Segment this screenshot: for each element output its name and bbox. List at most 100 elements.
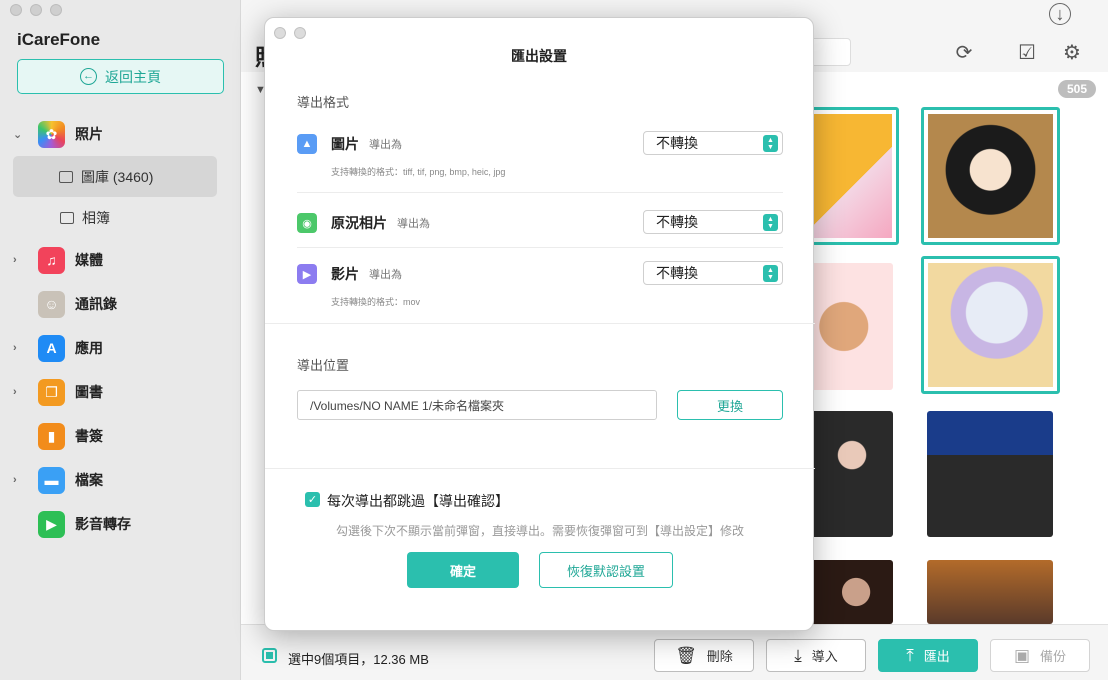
reset-defaults-button[interactable]: 恢復默認設置 xyxy=(539,552,673,588)
photo-image xyxy=(927,560,1053,624)
image-icon xyxy=(59,170,73,183)
download-icon[interactable]: ↓ xyxy=(1049,3,1071,25)
music-icon: ♫ xyxy=(38,246,65,274)
backup-label: 備份 xyxy=(1040,649,1067,664)
photo-thumbnail[interactable] xyxy=(811,411,893,537)
chevron-right-icon[interactable]: › xyxy=(13,386,17,398)
sidebar-item-label: 媒體 xyxy=(75,252,103,268)
sidebar-item-label: 通訊錄 xyxy=(75,296,117,312)
photo-format-select[interactable]: 不轉換 ▲ ▼ xyxy=(643,131,783,155)
export-label: 匯出 xyxy=(923,649,950,664)
sidebar-item-contacts[interactable]: ☺ 通訊錄 xyxy=(0,282,241,326)
delete-button[interactable]: 🗑 刪除 xyxy=(654,639,754,672)
support-formats: 支持轉換的格式：tiff, tif, png, bmp, heic, jpg xyxy=(331,167,506,177)
album-icon xyxy=(60,211,74,224)
photo-image xyxy=(927,411,1053,537)
photo-image xyxy=(811,263,893,390)
bottom-toolbar: 選中9個項目，12.36 MB 🗑 刪除 ⤓ 導入 ⤒ 匯出 ▣ 備份 xyxy=(241,624,1108,680)
export-button[interactable]: ⤒ 匯出 xyxy=(878,639,978,672)
photo-image xyxy=(811,560,893,624)
format-row-photos: ▲ 圖片 導出為 不轉換 ▲ ▼ xyxy=(297,129,783,159)
chevron-right-icon[interactable]: › xyxy=(13,342,17,354)
sidebar-item-video-transfer[interactable]: ▶ 影音轉存 xyxy=(0,502,241,546)
dialog-title: 匯出設置 xyxy=(511,48,567,64)
trash-icon: 🗑 xyxy=(675,645,697,665)
photo-image xyxy=(928,114,1053,238)
zoom-window-button[interactable] xyxy=(50,4,62,16)
photos-icon: ✿ xyxy=(38,120,65,148)
refresh-icon[interactable]: ⟳ xyxy=(952,40,976,64)
format-sub: 導出為 xyxy=(369,139,402,151)
sidebar-item-bookmarks[interactable]: ▮ 書簽 xyxy=(0,414,241,458)
select-value: 不轉換 xyxy=(656,214,698,230)
chevron-down-icon[interactable]: ⌄ xyxy=(13,128,22,141)
sidebar-item-media[interactable]: › ♫ 媒體 xyxy=(0,238,241,282)
export-settings-dialog: 匯出設置 導出格式 ▲ 圖片 導出為 不轉換 ▲ ▼ 支持轉換的格式：tiff, … xyxy=(264,17,815,631)
sidebar-item-apps[interactable]: › A 應用 xyxy=(0,326,241,370)
photo-thumbnail[interactable] xyxy=(927,411,1053,537)
backup-button[interactable]: ▣ 備份 xyxy=(990,639,1090,672)
chevron-right-icon[interactable]: › xyxy=(13,254,17,266)
back-arrow-icon: ← xyxy=(80,68,97,85)
updown-icon: ▲ ▼ xyxy=(763,265,778,282)
confirm-button[interactable]: 確定 xyxy=(407,552,519,588)
sidebar-item-label: 照片 xyxy=(75,126,103,142)
select-value: 不轉換 xyxy=(656,265,698,281)
import-button[interactable]: ⤓ 導入 xyxy=(766,639,866,672)
image-icon: ▲ xyxy=(297,134,317,154)
select-all-checkbox[interactable] xyxy=(262,648,277,663)
photo-image xyxy=(811,411,893,537)
photo-thumbnail[interactable] xyxy=(811,560,893,624)
sidebar-item-label: 檔案 xyxy=(75,472,103,488)
updown-icon: ▲ ▼ xyxy=(763,135,778,152)
sidebar-item-files[interactable]: › ▬ 檔案 xyxy=(0,458,241,502)
change-path-button[interactable]: 更換 xyxy=(677,390,783,420)
video-format-select[interactable]: 不轉換 ▲ ▼ xyxy=(643,261,783,285)
back-home-label: 返回主頁 xyxy=(105,68,161,85)
delete-label: 刪除 xyxy=(706,649,733,664)
video-transfer-icon: ▶ xyxy=(38,510,65,538)
dialog-minimize-button[interactable] xyxy=(294,27,306,39)
sidebar-item-label: 應用 xyxy=(75,340,103,356)
sidebar-nav: ⌄ ✿ 照片 圖庫 (3460) 相簿 › ♫ 媒體 ☺ 通訊錄 › A 應用 … xyxy=(0,112,241,546)
gear-icon[interactable]: ⚙ xyxy=(1060,40,1084,64)
format-sub: 導出為 xyxy=(369,269,402,281)
skip-confirm-checkbox[interactable]: ✓ xyxy=(305,492,320,507)
live-photo-icon: ◉ xyxy=(297,213,317,233)
folder-icon: ▬ xyxy=(38,466,65,494)
format-name: 影片 xyxy=(331,266,359,282)
divider xyxy=(297,247,783,248)
back-home-button[interactable]: ← 返回主頁 xyxy=(17,59,224,94)
appstore-icon: A xyxy=(38,334,65,362)
chevron-right-icon[interactable]: › xyxy=(13,474,17,486)
close-window-button[interactable] xyxy=(10,4,22,16)
format-section-label: 導出格式 xyxy=(297,95,350,110)
selection-summary: 選中9個項目，12.36 MB xyxy=(288,652,429,667)
live-photo-format-select[interactable]: 不轉換 ▲ ▼ xyxy=(643,210,783,234)
divider xyxy=(265,323,815,324)
support-formats: 支持轉換的格式：mov xyxy=(331,297,421,307)
calendar-check-icon[interactable]: ☑ xyxy=(1015,40,1039,64)
count-badge: 505 xyxy=(1057,80,1096,98)
export-path-field[interactable]: /Volumes/NO NAME 1/未命名檔案夾 xyxy=(297,390,657,420)
photo-image xyxy=(928,263,1053,387)
divider xyxy=(297,192,783,193)
format-row-videos: ▶ 影片 導出為 不轉換 ▲ ▼ xyxy=(297,259,783,289)
sidebar-item-books[interactable]: › ❐ 圖書 xyxy=(0,370,241,414)
location-section-label: 導出位置 xyxy=(297,358,350,373)
contacts-icon: ☺ xyxy=(38,290,65,318)
select-value: 不轉換 xyxy=(656,135,698,151)
sidebar-subitem-library[interactable]: 圖庫 (3460) xyxy=(13,156,217,197)
skip-confirm-hint: 勾選後下次不顯示當前彈窗，直接導出。需要恢復彈窗可到【導出設定】修改 xyxy=(335,524,744,538)
photo-thumbnail[interactable] xyxy=(921,107,1060,245)
photo-thumbnail[interactable] xyxy=(921,256,1060,394)
minimize-window-button[interactable] xyxy=(30,4,42,16)
sidebar: iCareFone ← 返回主頁 ⌄ ✿ 照片 圖庫 (3460) 相簿 › ♫… xyxy=(0,0,241,680)
photo-thumbnail[interactable] xyxy=(811,263,893,390)
sidebar-item-label: 書簽 xyxy=(75,428,103,444)
sidebar-subitem-albums[interactable]: 相簿 xyxy=(0,197,241,238)
sidebar-item-photos[interactable]: ⌄ ✿ 照片 xyxy=(0,112,241,156)
export-icon: ⤒ xyxy=(906,645,914,665)
dialog-close-button[interactable] xyxy=(274,27,286,39)
photo-thumbnail[interactable] xyxy=(927,560,1053,624)
